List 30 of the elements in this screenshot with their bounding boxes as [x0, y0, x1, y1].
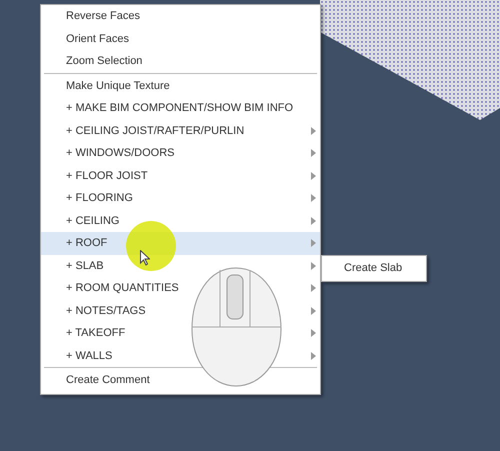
- menu-item[interactable]: + NOTES/TAGS: [41, 300, 320, 322]
- submenu-arrow-icon: [311, 306, 316, 315]
- menu-item[interactable]: + FLOORING: [41, 187, 320, 210]
- menu-item[interactable]: Make Unique Texture: [41, 74, 320, 97]
- click-highlight-icon: [126, 221, 176, 271]
- submenu-arrow-icon: [311, 216, 316, 225]
- submenu-arrow-icon: [311, 126, 316, 135]
- menu-item[interactable]: + WINDOWS/DOORS: [41, 142, 320, 164]
- menu-item[interactable]: + CEILING JOIST/RAFTER/PURLIN: [41, 120, 320, 142]
- menu-item[interactable]: Zoom Selection: [41, 50, 320, 72]
- menu-item[interactable]: + CEILING: [41, 210, 320, 232]
- menu-item[interactable]: Reverse Faces: [41, 5, 320, 28]
- menu-item[interactable]: Orient Faces: [41, 28, 320, 50]
- submenu-arrow-icon: [311, 284, 316, 292]
- submenu-arrow-icon: [311, 262, 316, 270]
- menu-item[interactable]: + WALLS: [41, 344, 320, 367]
- menu-item[interactable]: + FLOOR JOIST: [41, 164, 320, 187]
- menu-item[interactable]: + MAKE BIM COMPONENT/SHOW BIM INFO: [41, 97, 320, 120]
- submenu-arrow-icon: [311, 194, 316, 202]
- menu-item[interactable]: + ROOM QUANTITIES: [41, 277, 320, 300]
- submenu-arrow-icon: [311, 352, 316, 360]
- submenu-arrow-icon: [311, 172, 316, 180]
- submenu-arrow-icon: [311, 239, 316, 248]
- menu-item[interactable]: Create Slab: [322, 258, 426, 278]
- cursor-icon: [140, 250, 150, 266]
- submenu-arrow-icon: [311, 329, 316, 338]
- menu-item[interactable]: + TAKEOFF: [41, 322, 320, 344]
- submenu-arrow-icon: [311, 149, 316, 158]
- menu-item[interactable]: + SLAB: [41, 254, 320, 277]
- menu-item[interactable]: Create Comment: [41, 369, 320, 392]
